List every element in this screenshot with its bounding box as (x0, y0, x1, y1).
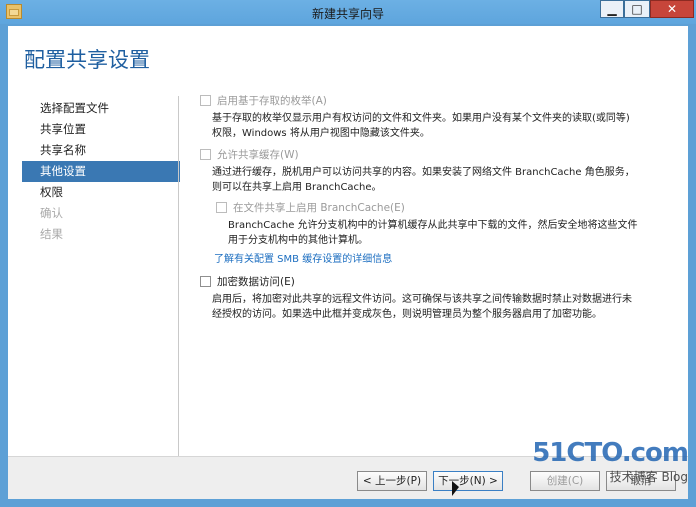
cache-description-line1: 通过进行缓存，脱机用户可以访问共享的内容。如果安装了网络文件 BranchCac… (212, 167, 635, 178)
minimize-button[interactable]: ▁ (600, 0, 624, 18)
step-share-name[interactable]: 共享名称 (22, 140, 180, 161)
branchcache-label: 在文件共享上启用 BranchCache(E) (233, 201, 405, 214)
window-title: 新建共享向导 (311, 7, 384, 21)
step-confirm: 确认 (40, 206, 63, 220)
step-select-profile[interactable]: 选择配置文件 (22, 98, 180, 119)
smb-cache-help-link[interactable]: 了解有关配置 SMB 缓存设置的详细信息 (214, 254, 392, 265)
settings-panel: 启用基于存取的枚举(A) 基于存取的枚举仅显示用户有权访问的文件和文件夹。如果用… (200, 92, 670, 322)
mouse-cursor-icon (452, 481, 459, 496)
abe-label: 启用基于存取的枚举(A) (217, 94, 327, 107)
encrypt-label: 加密数据访问(E) (217, 275, 295, 288)
maximize-button[interactable]: □ (624, 0, 650, 18)
cache-checkbox[interactable] (200, 148, 211, 160)
watermark-line2: 技术博客 Blog (609, 470, 688, 484)
cache-description-line2: 则可以在共享上启用 BranchCache。 (212, 182, 382, 193)
encrypt-description-line2: 经授权的访问。如果选中此框并变成灰色，则说明管理员为整个服务器启用了加密功能。 (212, 309, 602, 320)
branchcache-checkbox[interactable] (216, 201, 227, 213)
page-title: 配置共享设置 (24, 48, 150, 72)
branchcache-description-line1: BranchCache 允许分支机构中的计算机缓存从此共享中下载的文件，然后安全… (228, 220, 638, 231)
step-other-settings[interactable]: 其他设置 (22, 161, 180, 182)
encrypt-description-line1: 启用后，将加密对此共享的远程文件访问。这可确保与该共享之间传输数据时禁止对数据进… (212, 294, 632, 305)
abe-description-line1: 基于存取的枚举仅显示用户有权访问的文件和文件夹。如果用户没有某个文件夹的读取(或… (212, 113, 630, 124)
watermark: 51CTO.com 技术博客 Blog (532, 438, 689, 485)
encrypt-checkbox[interactable] (200, 275, 211, 287)
title-bar: 新建共享向导 ▁ □ ✕ (0, 0, 696, 24)
wizard-client-area: 配置共享设置 选择配置文件 共享位置 共享名称 其他设置 权限 确认 结果 启用… (8, 26, 688, 499)
step-share-location[interactable]: 共享位置 (22, 119, 180, 140)
abe-description-line2: 权限，Windows 将从用户视图中隐藏该文件夹。 (212, 128, 430, 139)
abe-checkbox[interactable] (200, 94, 211, 106)
previous-button[interactable]: < 上一步(P) (357, 471, 427, 491)
branchcache-description-line2: 用于分支机构中的其他计算机。 (228, 235, 368, 246)
cache-label: 允许共享缓存(W) (217, 148, 299, 161)
step-permissions[interactable]: 权限 (22, 182, 180, 203)
next-button[interactable]: 下一步(N) > (433, 471, 503, 491)
nav-divider (178, 96, 179, 466)
step-results: 结果 (40, 227, 63, 241)
close-button[interactable]: ✕ (650, 0, 694, 18)
watermark-line1: 51CTO.com (532, 438, 689, 468)
wizard-window: 新建共享向导 ▁ □ ✕ 配置共享设置 选择配置文件 共享位置 共享名称 其他设… (0, 0, 696, 507)
wizard-steps-nav: 选择配置文件 共享位置 共享名称 其他设置 权限 确认 结果 (22, 98, 180, 245)
